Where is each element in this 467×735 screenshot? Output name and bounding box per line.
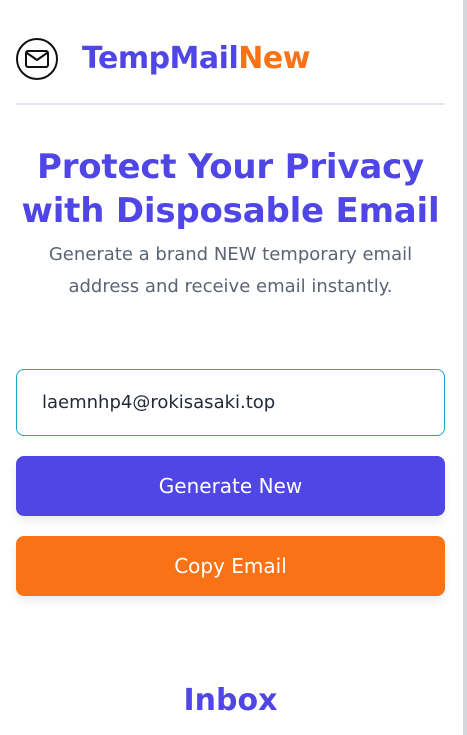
- brand-primary-text: TempMail: [82, 41, 239, 76]
- inbox-title: Inbox: [183, 683, 278, 718]
- page-title-line-2: with Disposable Email: [21, 191, 440, 231]
- site-header: TempMailNew: [16, 30, 445, 92]
- copy-email-button[interactable]: Copy Email: [16, 536, 445, 596]
- generate-new-button[interactable]: Generate New: [16, 456, 445, 516]
- mail-icon: [16, 38, 58, 80]
- temporary-email-value: laemnhp4@rokisasaki.top: [42, 391, 276, 413]
- page-subtitle-line-1: Generate a brand NEW temporary email: [48, 244, 413, 265]
- page-title: Protect Your Privacy with Disposable Ema…: [16, 145, 445, 233]
- mail-envelope-icon: [25, 50, 49, 68]
- temp-mail-page: TempMailNew Protect Your Privacy with Di…: [0, 0, 467, 735]
- page-subtitle-line-2: address and receive email instantly.: [68, 276, 393, 297]
- page-title-line-1: Protect Your Privacy: [36, 147, 425, 187]
- page-subtitle: Generate a brand NEW temporary email add…: [28, 239, 433, 303]
- brand-title: TempMailNew: [82, 40, 310, 78]
- header-divider: [16, 103, 445, 105]
- vertical-scrollbar-track[interactable]: [463, 0, 467, 735]
- vertical-scrollbar-thumb[interactable]: [463, 0, 467, 735]
- temporary-email-field[interactable]: laemnhp4@rokisasaki.top: [16, 369, 445, 436]
- brand-accent-text: New: [238, 41, 310, 76]
